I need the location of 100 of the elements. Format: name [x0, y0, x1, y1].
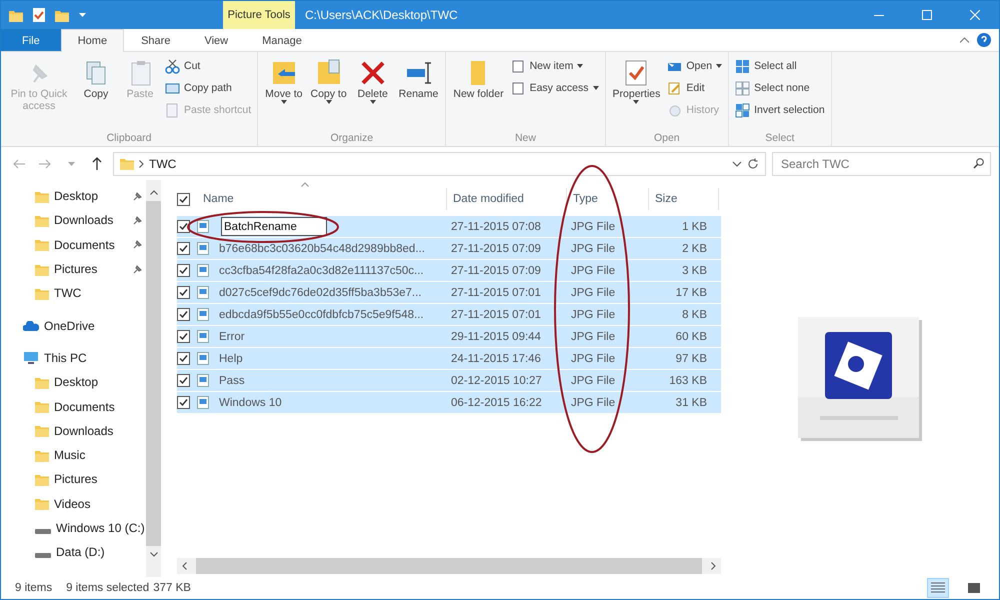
scroll-right-icon[interactable]: [711, 562, 716, 570]
ribbon-button[interactable]: New folder: [450, 56, 507, 132]
size-cell-text: 17 KB: [674, 286, 708, 298]
breadcrumb[interactable]: TWC: [149, 156, 176, 170]
sidebar-item[interactable]: OneDrive: [1, 313, 146, 338]
window-title: C:\Users\ACK\Desktop\TWC: [304, 7, 459, 24]
ribbon-button[interactable]: New item: [510, 56, 599, 76]
ribbon-button[interactable]: Easy access: [510, 78, 599, 98]
folder-icon: [35, 472, 49, 486]
ribbon-button[interactable]: Copy to: [307, 56, 350, 132]
collapse-ribbon-icon[interactable]: [960, 37, 969, 43]
date-cell-text: 27-11-2015 07:01: [450, 308, 542, 320]
scroll-left-icon[interactable]: [182, 562, 187, 570]
file-row[interactable]: edbcda9f5b55e0cc0fdbfcb75c5e9f548... 27-11-2015 07:01 JPG File 8 KB: [177, 304, 721, 325]
ribbon-button[interactable]: Open: [667, 56, 722, 76]
image-file-icon: [197, 308, 209, 321]
document-icon: [510, 80, 526, 96]
group-label: New: [514, 132, 537, 144]
row-checkbox[interactable]: [177, 308, 190, 321]
sidebar-item[interactable]: This PC: [1, 346, 146, 370]
file-name: Error: [218, 330, 246, 342]
sidebar-item[interactable]: Documents: [1, 232, 146, 257]
ribbon-button[interactable]: Invert selection: [735, 100, 825, 120]
view-button[interactable]: [927, 578, 949, 598]
group-label: Select: [764, 132, 796, 144]
ribbon-button[interactable]: Copy: [75, 56, 117, 132]
file-name: Help: [218, 352, 244, 364]
rename-field[interactable]: BatchRename: [221, 217, 327, 236]
file-row[interactable]: d027c5cef9dc76de02d35ff5ba3b53e7... 27-11-2015 07:01 JPG File 17 KB: [177, 282, 721, 303]
ribbon-button[interactable]: Rename: [396, 56, 442, 132]
sidebar-item[interactable]: Downloads: [1, 418, 146, 443]
type-cell-text: JPG File: [570, 286, 616, 298]
row-checkbox[interactable]: [177, 330, 190, 343]
help-icon[interactable]: [977, 33, 991, 47]
sidebar-item[interactable]: Documents: [1, 394, 146, 419]
file-row[interactable]: BatchRename 27-11-2015 07:08 JPG File 1 KB: [177, 216, 721, 237]
checkmark-document-icon[interactable]: [33, 8, 45, 22]
column-header[interactable]: Date modified: [447, 188, 567, 210]
file-row[interactable]: Pass 02-12-2015 10:27 JPG File 163 KB: [177, 370, 721, 391]
row-checkbox[interactable]: [177, 242, 190, 255]
ribbon-button[interactable]: Select all: [735, 56, 825, 76]
contextual-tab-title: Picture Tools: [223, 1, 295, 29]
file-row[interactable]: b76e68bc3c03620b54c48d2989bb8ed... 27-11-2015 07:09 JPG File 2 KB: [177, 238, 721, 259]
select-all-checkbox[interactable]: [177, 192, 190, 206]
file-row[interactable]: cc3cfba54f28fa2a0c3d82e111137c50c... 27-11-2015 07:09 JPG File 3 KB: [177, 260, 721, 281]
document-icon: [510, 58, 526, 74]
file-row[interactable]: Help 24-11-2015 17:46 JPG File 97 KB: [177, 348, 721, 369]
size-cell-text: 2 KB: [681, 242, 708, 254]
minimize-icon[interactable]: [874, 14, 884, 16]
grid-icon: [735, 80, 750, 96]
search-box[interactable]: Search TWC: [772, 152, 991, 176]
scissors-icon: [165, 58, 180, 74]
ribbon-button[interactable]: Cut: [165, 56, 252, 76]
column-header[interactable]: Size: [649, 188, 719, 210]
refresh-icon[interactable]: [747, 158, 759, 170]
row-checkbox[interactable]: [177, 352, 190, 365]
ribbon-button[interactable]: Properties: [610, 56, 664, 132]
size-cell-text: 3 KB: [681, 264, 708, 276]
scroll-down-icon[interactable]: [150, 552, 158, 557]
type-cell-text: JPG File: [570, 220, 616, 232]
folder-icon: [35, 497, 49, 510]
up-arrow-icon[interactable]: [92, 157, 102, 170]
row-checkbox[interactable]: [177, 286, 190, 299]
file-row[interactable]: Error 29-11-2015 09:44 JPG File 60 KB: [177, 326, 721, 347]
sidebar-item[interactable]: Desktop: [1, 370, 146, 394]
address-bar[interactable]: TWC: [113, 152, 766, 176]
caret-icon[interactable]: [79, 13, 86, 17]
ribbon-button[interactable]: Delete: [352, 56, 394, 132]
file-row[interactable]: Windows 10 06-12-2015 16:22 JPG File 31 KB: [177, 392, 721, 413]
ribbon-button[interactable]: Copy path: [165, 78, 252, 98]
close-icon[interactable]: [970, 10, 980, 20]
row-checkbox[interactable]: [177, 220, 190, 233]
column-header[interactable]: Name: [197, 188, 447, 210]
ribbon-button[interactable]: Edit: [667, 78, 722, 98]
sidebar-item[interactable]: Videos: [1, 492, 146, 516]
image-file-icon: [197, 242, 209, 255]
sidebar-item[interactable]: Downloads: [1, 208, 146, 233]
date-cell-text: 27-11-2015 07:01: [450, 286, 542, 298]
ribbon-tab[interactable]: Home: [60, 29, 124, 52]
sidebar-item[interactable]: Desktop: [1, 184, 146, 208]
grid-icon: [735, 58, 750, 74]
sidebar-item[interactable]: Music: [1, 442, 146, 468]
file-menu-button[interactable]: File: [1, 29, 61, 51]
row-checkbox[interactable]: [177, 374, 190, 387]
row-checkbox[interactable]: [177, 264, 190, 277]
sidebar-item[interactable]: Pictures: [1, 467, 146, 492]
sidebar-item[interactable]: Pictures: [1, 256, 146, 282]
row-checkbox[interactable]: [177, 396, 190, 409]
search-field[interactable]: Search TWC: [779, 156, 973, 172]
sidebar-item[interactable]: Windows 10 (C:): [1, 516, 146, 540]
ribbon-button[interactable]: Select none: [735, 78, 825, 98]
sidebar-item[interactable]: TWC: [1, 281, 146, 306]
sidebar-item[interactable]: Data (D:): [1, 540, 146, 564]
ribbon-button[interactable]: Move to: [262, 56, 306, 132]
scroll-up-icon[interactable]: [150, 190, 158, 195]
chevron-down-icon[interactable]: [732, 160, 742, 166]
drive-icon: [35, 528, 51, 534]
size-cell-text: 60 KB: [674, 330, 708, 342]
maximize-icon[interactable]: [922, 10, 932, 20]
column-header[interactable]: Type: [567, 188, 649, 210]
